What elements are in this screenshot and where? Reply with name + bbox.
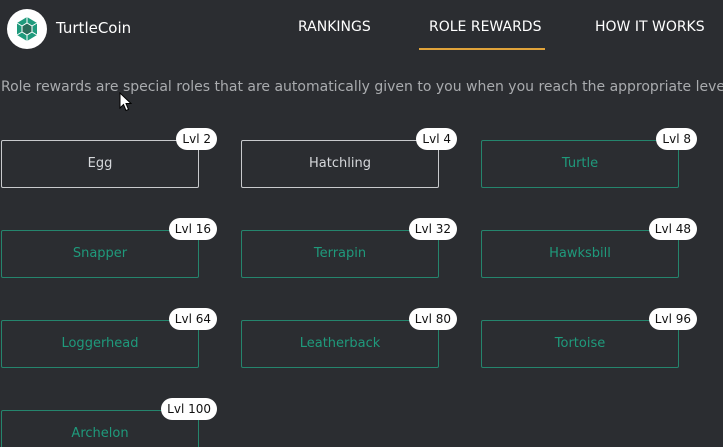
- level-badge: Lvl 96: [648, 308, 697, 330]
- role-name: Hawksbill: [549, 246, 611, 261]
- nav-rankings[interactable]: RANKINGS: [298, 19, 371, 35]
- mouse-pointer-icon: [119, 92, 133, 112]
- role-card-leatherback[interactable]: Leatherback Lvl 80: [241, 308, 457, 368]
- level-badge: Lvl 2: [176, 128, 217, 150]
- role-card-egg[interactable]: Egg Lvl 2: [1, 128, 217, 188]
- level-badge: Lvl 4: [416, 128, 457, 150]
- brand-name: TurtleCoin: [56, 19, 132, 37]
- turtle-shell-icon: [7, 9, 47, 49]
- role-name: Tortoise: [554, 336, 606, 351]
- level-badge: Lvl 16: [168, 218, 217, 240]
- intro-text: Role rewards are special roles that are …: [1, 79, 723, 95]
- level-badge: Lvl 48: [648, 218, 697, 240]
- role-name: Snapper: [72, 246, 128, 261]
- level-badge: Lvl 32: [408, 218, 457, 240]
- level-badge: Lvl 80: [408, 308, 457, 330]
- role-name: Hatchling: [309, 156, 371, 171]
- role-card-tortoise[interactable]: Tortoise Lvl 96: [481, 308, 697, 368]
- page: TurtleCoin RANKINGS ROLE REWARDS HOW IT …: [0, 0, 723, 447]
- role-card-archelon[interactable]: Archelon Lvl 100: [1, 398, 217, 447]
- role-card-terrapin[interactable]: Terrapin Lvl 32: [241, 218, 457, 278]
- role-card-turtle[interactable]: Turtle Lvl 8: [481, 128, 697, 188]
- level-badge: Lvl 64: [168, 308, 217, 330]
- role-name: Terrapin: [313, 246, 367, 261]
- role-name: Leatherback: [299, 336, 381, 351]
- level-badge: Lvl 100: [161, 398, 217, 420]
- active-tab-underline: [419, 48, 545, 50]
- nav-how-it-works[interactable]: HOW IT WORKS: [595, 19, 705, 35]
- role-name: Archelon: [71, 426, 129, 441]
- nav-role-rewards[interactable]: ROLE REWARDS: [429, 19, 541, 35]
- role-card-snapper[interactable]: Snapper Lvl 16: [1, 218, 217, 278]
- navbar: TurtleCoin RANKINGS ROLE REWARDS HOW IT …: [0, 0, 723, 58]
- level-badge: Lvl 8: [656, 128, 697, 150]
- role-card-hawksbill[interactable]: Hawksbill Lvl 48: [481, 218, 697, 278]
- role-card-hatchling[interactable]: Hatchling Lvl 4: [241, 128, 457, 188]
- role-name: Loggerhead: [61, 336, 139, 351]
- role-card-loggerhead[interactable]: Loggerhead Lvl 64: [1, 308, 217, 368]
- role-name: Turtle: [561, 156, 599, 171]
- role-name: Egg: [87, 156, 113, 171]
